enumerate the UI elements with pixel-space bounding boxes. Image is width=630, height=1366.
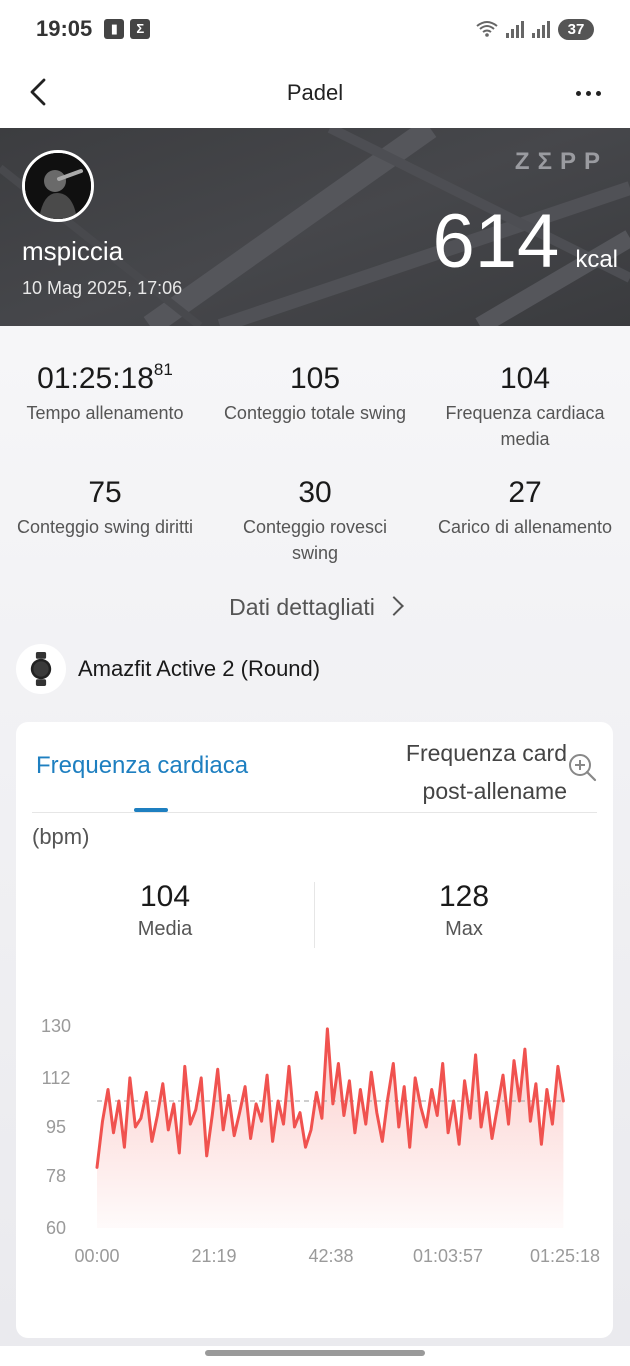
stat-label: Conteggio totale swing	[223, 403, 407, 423]
stat-value: 27	[508, 476, 542, 509]
y-tick-label: 112	[42, 1068, 71, 1088]
hr-average-value: 104	[139, 880, 191, 913]
status-time: 19:05	[36, 16, 93, 41]
workout-banner: mspiccia 10 Mag 2025, 17:06 ZΣPP 614 kca…	[0, 128, 630, 326]
status-right: 37	[476, 18, 594, 40]
heart-rate-chart[interactable]: 130 112 95 78 60 00:00 21:19 42:38 01:03:57 01:25…	[16, 992, 613, 1322]
stat-avg-heart-rate: 104 Frequenza cardiaca media	[420, 362, 630, 452]
stat-value: 75	[88, 476, 122, 509]
x-tick-label: 01:03:57	[413, 1246, 483, 1266]
detailed-data-label: Dati dettagliati	[229, 594, 375, 620]
stats-area: 01:25:1881 Tempo allenamento 105 Contegg…	[0, 326, 630, 1346]
workout-date: 10 Mag 2025, 17:06	[22, 278, 183, 298]
avatar[interactable]	[22, 150, 94, 222]
zepp-logo: ZΣPP	[514, 148, 608, 175]
signal-icon-2	[532, 20, 550, 38]
unit-label: (bpm)	[32, 824, 90, 849]
stat-label: Carico di allenamento	[437, 517, 613, 537]
stat-value: 105	[289, 362, 341, 395]
stat-label: Conteggio rovesci swing	[242, 517, 388, 563]
stat-label: Conteggio swing diritti	[16, 517, 194, 537]
calories-value: 614	[432, 199, 560, 284]
home-indicator[interactable]	[205, 1350, 425, 1356]
y-tick-label: 78	[46, 1166, 66, 1186]
x-tick-label: 21:19	[191, 1246, 236, 1266]
more-options-icon[interactable]	[570, 78, 606, 108]
y-tick-label: 95	[46, 1117, 66, 1137]
chevron-right-icon	[383, 596, 404, 616]
back-arrow-icon[interactable]	[22, 74, 58, 110]
stat-label: Tempo allenamento	[26, 403, 184, 423]
notification-icons: ▮ Σ	[104, 19, 151, 39]
y-tick-label: 130	[41, 1016, 71, 1036]
stat-training-load: 27 Carico di allenamento	[420, 476, 630, 540]
device-row: Amazfit Active 2 (Round)	[16, 644, 320, 694]
x-tick-label: 01:25:18	[530, 1246, 600, 1266]
stat-training-time: 01:25:1881 Tempo allenamento	[0, 360, 210, 426]
stat-value: 30	[298, 476, 332, 509]
tab-heart-rate[interactable]: Frequenza cardiaca	[36, 752, 248, 780]
detailed-data-link[interactable]: Dati dettagliati	[0, 594, 630, 621]
zoom-in-icon[interactable]	[567, 752, 597, 782]
stat-total-swings: 105 Conteggio totale swing	[210, 362, 420, 426]
hr-max-label: Max	[445, 918, 483, 940]
y-tick-label: 60	[46, 1218, 66, 1238]
stat-label: Frequenza cardiaca media	[445, 403, 605, 449]
heart-rate-card: Frequenza cardiaca Frequenza card post-a…	[16, 722, 613, 1338]
username: mspiccia	[22, 236, 124, 266]
app-header: Padel	[0, 58, 630, 128]
wifi-icon	[476, 21, 498, 37]
stat-value: 104	[499, 362, 551, 395]
stat-forehand-swings: 75 Conteggio swing diritti	[0, 476, 210, 540]
device-name: Amazfit Active 2 (Round)	[78, 656, 321, 681]
sigma-icon: Σ	[130, 19, 151, 39]
tab-divider	[32, 812, 597, 813]
x-tick-label: 00:00	[74, 1246, 119, 1266]
hr-max: 128 Max	[315, 880, 613, 941]
tab-post-workout-heart-rate[interactable]: Frequenza card post-allename	[367, 734, 567, 810]
calories-unit: kcal	[575, 246, 618, 273]
watch-icon	[16, 644, 66, 694]
hr-average: 104 Media	[16, 880, 314, 941]
hr-max-value: 128	[438, 880, 490, 913]
calories: 614 kcal	[433, 198, 619, 285]
status-bar: 19:05 ▮ Σ 37	[0, 0, 630, 58]
hr-average-label: Media	[137, 918, 193, 940]
notification-icon: ▮	[104, 19, 125, 39]
x-tick-label: 42:38	[308, 1246, 353, 1266]
page-title: Padel	[286, 80, 344, 105]
stat-value: 01:25:1881	[37, 360, 173, 395]
stat-backhand-swings: 30 Conteggio rovesci swing	[210, 476, 420, 566]
signal-icon-1	[506, 20, 524, 38]
battery-indicator: 37	[558, 18, 594, 40]
